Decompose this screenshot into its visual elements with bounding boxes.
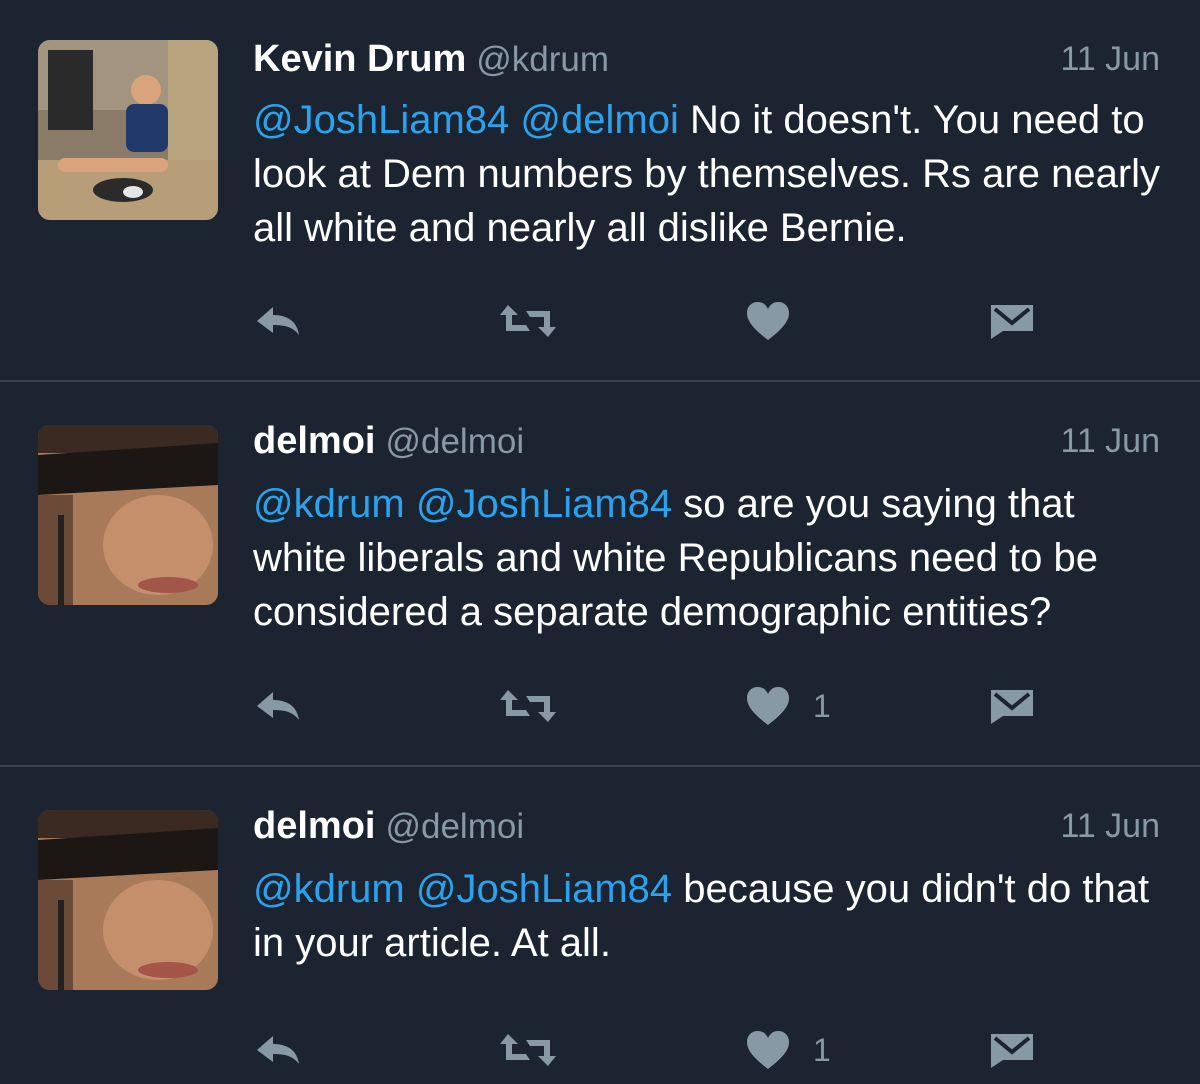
avatar[interactable] [38, 810, 218, 990]
reply-icon [253, 301, 303, 341]
retweet-icon [498, 686, 558, 726]
tweet[interactable]: delmoi @delmoi 11 Jun @kdrum @JoshLiam84 … [0, 767, 1200, 1084]
reply-button[interactable] [253, 681, 303, 731]
mention-link[interactable]: @delmoi [520, 98, 678, 142]
direct-message-button[interactable] [989, 1025, 1035, 1075]
mention-link[interactable]: @kdrum [253, 482, 405, 526]
mention-link[interactable]: @kdrum [253, 867, 405, 911]
reply-button[interactable] [253, 296, 303, 346]
heart-icon [745, 300, 791, 342]
tweet-text: @kdrum @JoshLiam84 so are you saying tha… [253, 477, 1173, 639]
direct-message-button[interactable] [989, 296, 1035, 346]
retweet-icon [498, 1030, 558, 1070]
author-name[interactable]: delmoi [253, 420, 375, 462]
author-handle[interactable]: @delmoi [385, 807, 524, 846]
tweet-header: delmoi @delmoi 11 Jun [253, 805, 1160, 851]
direct-message-icon [989, 1030, 1035, 1070]
mention-link[interactable]: @JoshLiam84 [416, 867, 672, 911]
mention-link[interactable]: @JoshLiam84 [416, 482, 672, 526]
retweet-icon [498, 301, 558, 341]
like-button[interactable] [745, 296, 813, 346]
tweet-text: @kdrum @JoshLiam84 because you didn't do… [253, 862, 1173, 970]
like-button[interactable]: 1 [745, 1025, 831, 1075]
tweet-actions: 1 [253, 1025, 1053, 1075]
like-count: 1 [813, 1031, 831, 1068]
reply-icon [253, 1030, 303, 1070]
tweet-header: delmoi @delmoi 11 Jun [253, 420, 1160, 466]
retweet-button[interactable] [498, 681, 558, 731]
tweet-actions: 1 [253, 681, 1053, 731]
retweet-button[interactable] [498, 1025, 558, 1075]
reply-icon [253, 686, 303, 726]
timeline: Kevin Drum @kdrum 11 Jun @JoshLiam84 @del… [0, 0, 1200, 1084]
tweet-date[interactable]: 11 Jun [1060, 40, 1160, 79]
tweet-actions [253, 296, 1053, 346]
author-name[interactable]: Kevin Drum [253, 38, 466, 80]
tweet-date[interactable]: 11 Jun [1060, 422, 1160, 461]
direct-message-icon [989, 301, 1035, 341]
author-handle[interactable]: @kdrum [476, 40, 609, 79]
author-name[interactable]: delmoi [253, 805, 375, 847]
direct-message-button[interactable] [989, 681, 1035, 731]
direct-message-icon [989, 686, 1035, 726]
tweet-header: Kevin Drum @kdrum 11 Jun [253, 38, 1160, 84]
tweet[interactable]: Kevin Drum @kdrum 11 Jun @JoshLiam84 @del… [0, 0, 1200, 380]
mention-link[interactable]: @JoshLiam84 [253, 98, 509, 142]
reply-button[interactable] [253, 1025, 303, 1075]
like-count: 1 [813, 687, 831, 724]
heart-icon [745, 685, 791, 727]
tweet[interactable]: delmoi @delmoi 11 Jun @kdrum @JoshLiam84 … [0, 382, 1200, 765]
heart-icon [745, 1029, 791, 1071]
tweet-date[interactable]: 11 Jun [1060, 807, 1160, 846]
avatar[interactable] [38, 425, 218, 605]
like-button[interactable]: 1 [745, 681, 831, 731]
avatar[interactable] [38, 40, 218, 220]
author-handle[interactable]: @delmoi [385, 422, 524, 461]
retweet-button[interactable] [498, 296, 558, 346]
tweet-text: @JoshLiam84 @delmoi No it doesn't. You n… [253, 93, 1173, 255]
